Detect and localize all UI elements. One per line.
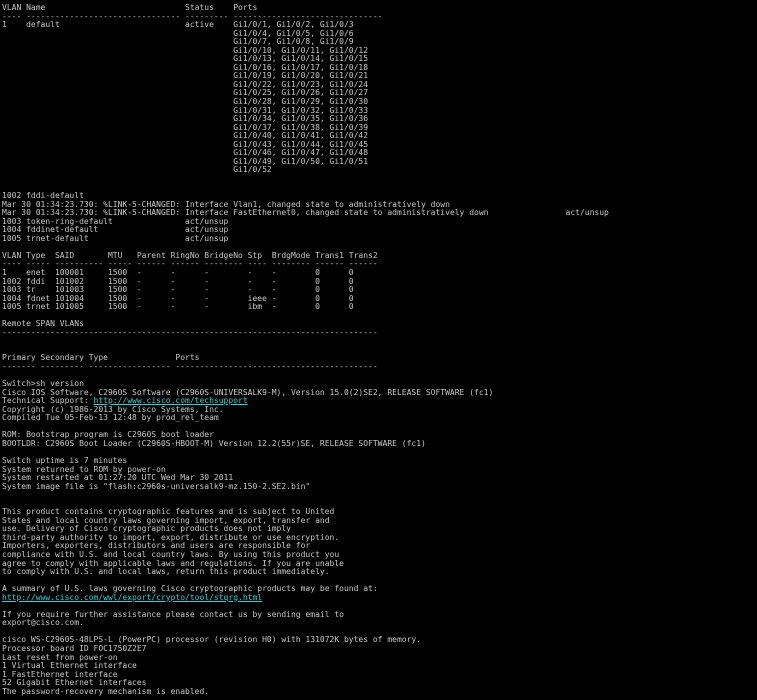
terminal-line: agree to comply with applicable laws and… (2, 559, 344, 568)
terminal-line: Gi1/0/7, Gi1/0/8, Gi1/0/9 (2, 38, 354, 47)
terminal-line: System restarted at 01:27:20 UTC Wed Mar… (2, 474, 234, 483)
terminal-line: 1003 token-ring-default act/unsup (2, 217, 229, 226)
terminal-line: System image file is "flash:c2960s-unive… (2, 482, 311, 491)
terminal-line: 1003 tr 101003 1500 - - - - - 0 0 (2, 286, 354, 295)
terminal-line: Gi1/0/40, Gi1/0/41, Gi1/0/42 (2, 132, 369, 141)
url-link[interactable]: http://www.cisco.com/techsupport (94, 397, 248, 405)
terminal-line: Gi1/0/52 (2, 166, 272, 175)
terminal-line: 1 FastEthernet interface (2, 670, 118, 679)
terminal-line: export@cisco.com. (2, 619, 84, 628)
url-link[interactable]: http://www.cisco.com/wwl/export/crypto/t… (2, 594, 262, 602)
terminal-line: Gi1/0/49, Gi1/0/50, Gi1/0/51 (2, 157, 369, 166)
terminal-line: Cisco IOS Software, C2960S Software (C29… (2, 388, 494, 397)
terminal-line: Importers, exporters, distributors and u… (2, 542, 311, 551)
terminal-window[interactable]: VLAN Name Status Ports ---- -------------… (2, 4, 755, 698)
terminal-line: Gi1/0/22, Gi1/0/23, Gi1/0/24 (2, 80, 369, 89)
terminal-line: Technical Support: http://www.cisco.com/… (2, 397, 755, 406)
terminal-line: Copyright (c) 1986-2013 by Cisco Systems… (2, 405, 224, 414)
terminal-line: 1005 trnet 101005 1500 - - - ibm - 0 0 (2, 303, 354, 312)
terminal-line: 1002 fddi 101002 1500 - - - - - 0 0 (2, 277, 354, 286)
terminal-line: Gi1/0/37, Gi1/0/38, Gi1/0/39 (2, 123, 369, 132)
terminal-line: Primary Secondary Type Ports (2, 354, 200, 363)
terminal-line: This product contains cryptographic feat… (2, 508, 335, 517)
terminal-line: compliance with U.S. and local country l… (2, 551, 340, 559)
terminal-line: 1004 fddinet-default act/unsup (2, 226, 229, 235)
terminal-line: to comply with U.S. and local laws, retu… (2, 568, 330, 577)
terminal-line: 1004 fdnet 101004 1500 - - - ieee - 0 0 (2, 294, 354, 303)
terminal-line: 1002 fddi-default (2, 192, 84, 201)
terminal-line: VLAN Type SAID MTU Parent RingNo BridgeN… (2, 251, 378, 260)
terminal-line: Gi1/0/31, Gi1/0/32, Gi1/0/33 (2, 106, 369, 115)
terminal-line: 52 Gigabit Ethernet interfaces (2, 679, 147, 688)
terminal-line: Switch>sh version (2, 380, 84, 389)
terminal-line: Last reset from power-on (2, 653, 118, 662)
terminal-line: third-party authority to import, export,… (2, 533, 340, 542)
terminal-line: System returned to ROM by power-on (2, 465, 166, 474)
terminal-line: The password-recovery mechanism is enabl… (2, 687, 210, 696)
terminal-line: 1 enet 100001 1500 - - - - - 0 0 (2, 268, 354, 277)
terminal-line: Gi1/0/46, Gi1/0/47, Gi1/0/48 (2, 149, 369, 158)
terminal-line: If you require further assistance please… (2, 610, 344, 619)
terminal-line: ------- --------- ----------------- ----… (2, 362, 378, 371)
terminal-line: VLAN Name Status Ports (2, 4, 258, 12)
terminal-line: http://www.cisco.com/wwl/export/crypto/t… (2, 594, 755, 603)
terminal-line: 1 default active Gi1/0/1, Gi1/0/2, Gi1/0… (2, 21, 354, 30)
terminal-line: BOOTLDR: C2960S Boot Loader (C2960S-HBOO… (2, 439, 426, 448)
terminal-line: Mar 30 01:34:23.730: %LINK-5-CHANGED: In… (2, 209, 609, 218)
terminal-line: ----------------------------------------… (2, 328, 378, 337)
terminal-line: use. Delivery of Cisco cryptographic pro… (2, 525, 291, 534)
terminal-line: Gi1/0/43, Gi1/0/44, Gi1/0/45 (2, 140, 369, 149)
terminal-line: Gi1/0/34, Gi1/0/35, Gi1/0/36 (2, 115, 369, 124)
terminal-line: ---- -------------------------------- --… (2, 12, 383, 21)
terminal-line: Compiled Tue 05-Feb-13 12:48 by prod_rel… (2, 414, 219, 423)
terminal-line: Gi1/0/13, Gi1/0/14, Gi1/0/15 (2, 55, 369, 64)
terminal-line: Gi1/0/25, Gi1/0/26, Gi1/0/27 (2, 89, 369, 98)
terminal-line: ---- ----- ---------- ----- ------ -----… (2, 260, 378, 269)
terminal-line: Remote SPAN VLANs (2, 320, 84, 329)
terminal-line: Gi1/0/10, Gi1/0/11, Gi1/0/12 (2, 46, 369, 55)
terminal-line: Processor board ID FOC1750Z2E7 (2, 645, 147, 654)
terminal-line: ROM: Bootstrap program is C2960S boot lo… (2, 431, 214, 440)
terminal-line: Gi1/0/16, Gi1/0/17, Gi1/0/18 (2, 63, 369, 72)
terminal-line: Gi1/0/28, Gi1/0/29, Gi1/0/30 (2, 98, 369, 107)
link-prefix: Technical Support: (2, 397, 94, 406)
terminal-line: cisco WS-C2960S-48LPS-L (PowerPC) proces… (2, 636, 422, 645)
terminal-line: 1 Virtual Ethernet interface (2, 662, 137, 671)
terminal-line: States and local country laws governing … (2, 516, 330, 525)
terminal-line: Switch uptime is 7 minutes (2, 456, 128, 465)
terminal-line: A summary of U.S. laws governing Cisco c… (2, 585, 378, 594)
terminal-line: Gi1/0/19, Gi1/0/20, Gi1/0/21 (2, 72, 369, 81)
terminal-line: Gi1/0/4, Gi1/0/5, Gi1/0/6 (2, 29, 354, 38)
terminal-line: Mar 30 01:34:23.730: %LINK-5-CHANGED: In… (2, 200, 450, 209)
terminal-line: 1005 trnet-default act/unsup (2, 234, 229, 243)
